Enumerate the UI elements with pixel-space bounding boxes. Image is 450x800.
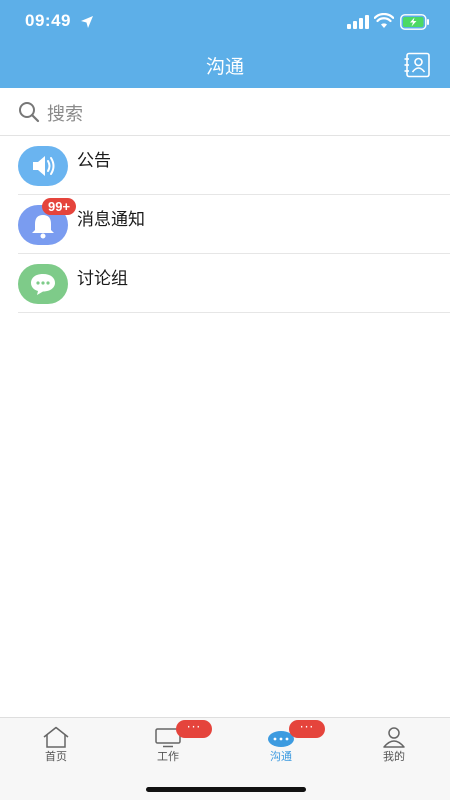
tab-label: 沟通 [270,750,292,763]
list-item-announcement[interactable]: 公告 [0,136,450,195]
screen: 09:49 沟通 搜索 公告 99+ 消息通知 讨论组 首页 ··· 工作 ··… [0,0,450,800]
tab-label: 工作 [157,750,179,763]
divider [18,312,450,313]
home-indicator [146,787,306,792]
chat-bubble-icon [18,264,68,304]
conversation-list: 公告 99+ 消息通知 讨论组 [0,136,450,313]
speaker-icon [18,146,68,186]
user-icon [383,727,405,748]
list-item-discussion-group[interactable]: 讨论组 [0,254,450,313]
status-time: 09:49 [25,11,71,30]
location-arrow-icon [81,16,93,28]
battery-icon [400,14,429,30]
list-item-notifications[interactable]: 99+ 消息通知 [0,195,450,254]
nav-bar: 沟通 [0,44,450,88]
tab-mine[interactable]: 我的 [338,718,450,768]
list-item-label: 消息通知 [77,210,145,230]
search-bar[interactable]: 搜索 [0,88,450,136]
chat-badge: ··· [289,720,325,738]
header: 09:49 沟通 [0,0,450,88]
tab-chat[interactable]: ··· 沟通 [225,718,337,768]
contacts-book-icon[interactable] [403,52,431,78]
list-item-label: 讨论组 [77,269,128,289]
home-icon [43,726,69,748]
search-icon [19,102,40,123]
list-item-label: 公告 [77,151,111,171]
status-bar: 09:49 [0,0,450,44]
unread-count-badge: 99+ [42,198,77,215]
tab-home[interactable]: 首页 [0,718,112,768]
tab-label: 首页 [45,750,67,763]
page-title: 沟通 [205,56,244,78]
signal-icon [347,15,369,29]
work-badge: ··· [176,720,212,738]
search-input[interactable]: 搜索 [47,100,83,126]
tab-work[interactable]: ··· 工作 [112,718,224,768]
wifi-icon [374,13,394,28]
tab-label: 我的 [383,750,405,763]
